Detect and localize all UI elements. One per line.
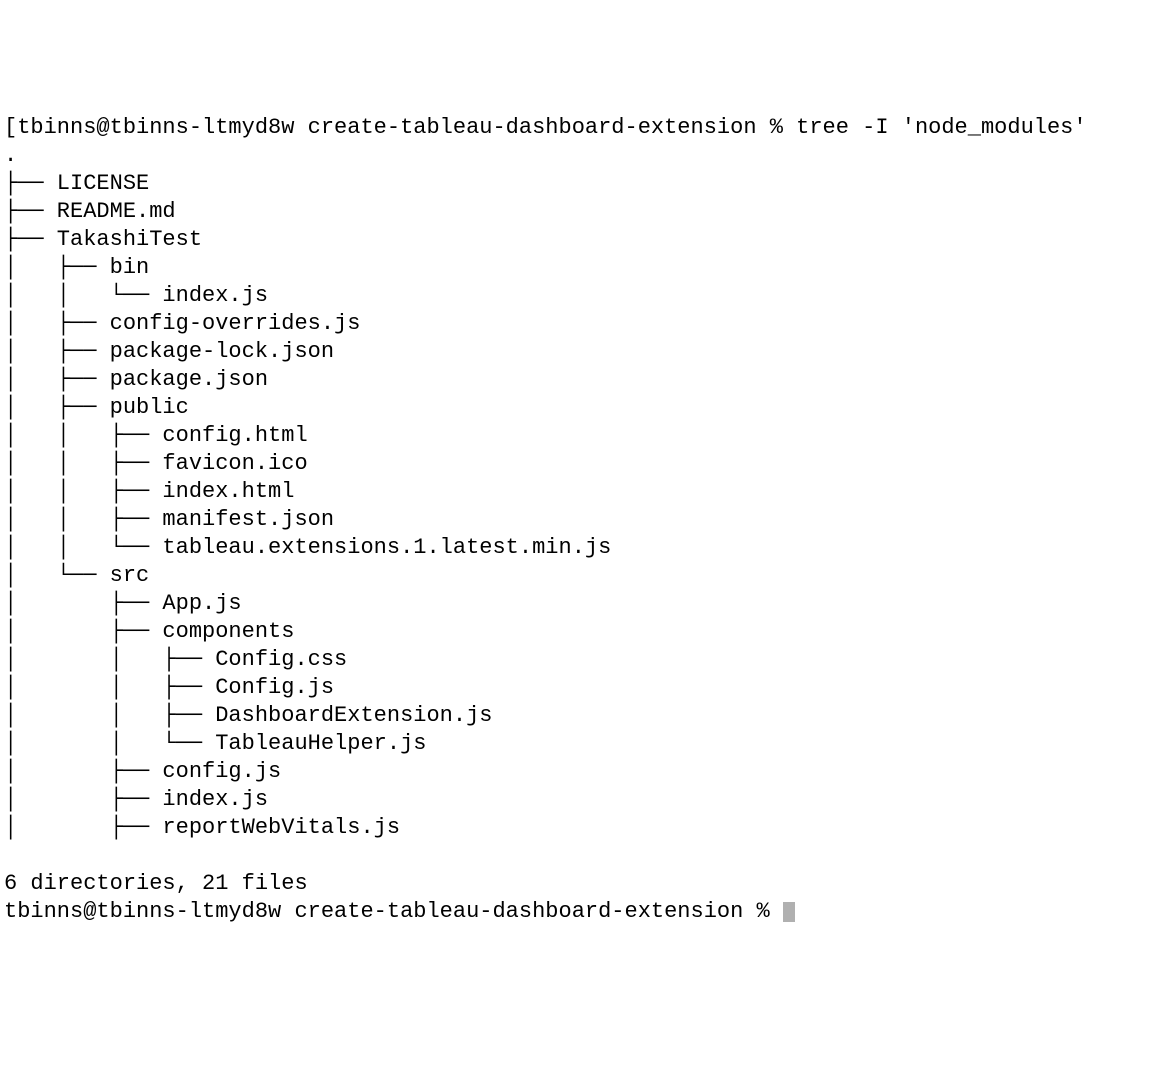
prompt-line-2: tbinns@tbinns-ltmyd8w create-tableau-das… bbox=[4, 899, 783, 924]
tree-line: │ ├── config-overrides.js bbox=[4, 311, 360, 336]
tree-line: │ │ ├── favicon.ico bbox=[4, 451, 308, 476]
tree-summary: 6 directories, 21 files bbox=[4, 871, 308, 896]
tree-line: │ ├── package-lock.json bbox=[4, 339, 334, 364]
tree-line: │ │ ├── Config.js bbox=[4, 675, 334, 700]
tree-line: │ ├── components bbox=[4, 619, 294, 644]
tree-line: │ ├── reportWebVitals.js bbox=[4, 815, 400, 840]
terminal-cursor bbox=[783, 902, 795, 922]
tree-line: │ │ ├── Config.css bbox=[4, 647, 347, 672]
tree-line: │ └── src bbox=[4, 563, 149, 588]
tree-line: │ │ └── tableau.extensions.1.latest.min.… bbox=[4, 535, 611, 560]
tree-line: ├── LICENSE bbox=[4, 171, 149, 196]
tree-line: ├── README.md bbox=[4, 199, 176, 224]
tree-line: │ ├── bin bbox=[4, 255, 149, 280]
tree-root-dot: . bbox=[4, 143, 17, 168]
tree-line: │ │ └── index.js bbox=[4, 283, 268, 308]
tree-line: │ ├── App.js bbox=[4, 591, 242, 616]
tree-line: │ ├── public bbox=[4, 395, 189, 420]
tree-line: ├── TakashiTest bbox=[4, 227, 202, 252]
tree-line: │ ├── config.js bbox=[4, 759, 281, 784]
tree-line: │ │ ├── manifest.json bbox=[4, 507, 334, 532]
tree-line: │ ├── index.js bbox=[4, 787, 268, 812]
terminal-output[interactable]: [tbinns@tbinns-ltmyd8w create-tableau-da… bbox=[0, 112, 1156, 928]
tree-line: │ │ ├── config.html bbox=[4, 423, 308, 448]
prompt-line-1: [tbinns@tbinns-ltmyd8w create-tableau-da… bbox=[4, 115, 1087, 140]
tree-line: │ │ └── TableauHelper.js bbox=[4, 731, 426, 756]
tree-line: │ │ ├── index.html bbox=[4, 479, 294, 504]
tree-line: │ ├── package.json bbox=[4, 367, 268, 392]
tree-line: │ │ ├── DashboardExtension.js bbox=[4, 703, 492, 728]
